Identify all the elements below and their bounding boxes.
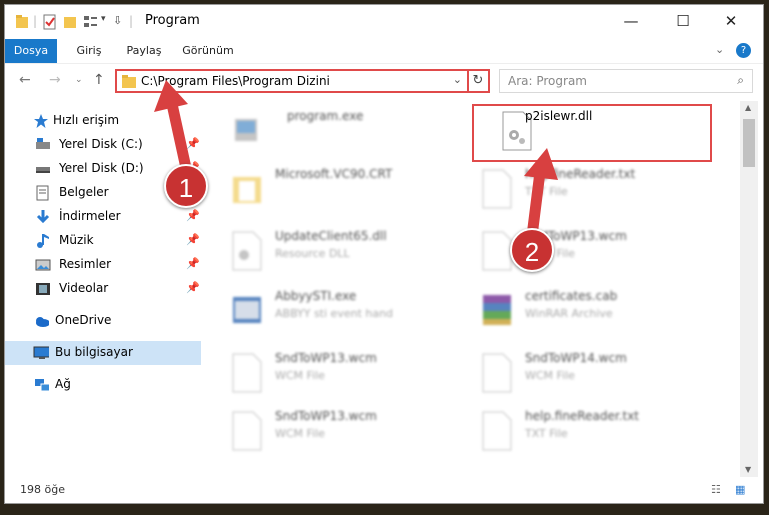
- arrow-to-address-bar: [154, 80, 192, 174]
- annotation-arrows: [154, 80, 558, 242]
- step-badge-2: 2: [510, 228, 554, 272]
- arrow-to-dll-file: [524, 148, 558, 242]
- step-badge-1: 1: [164, 164, 208, 208]
